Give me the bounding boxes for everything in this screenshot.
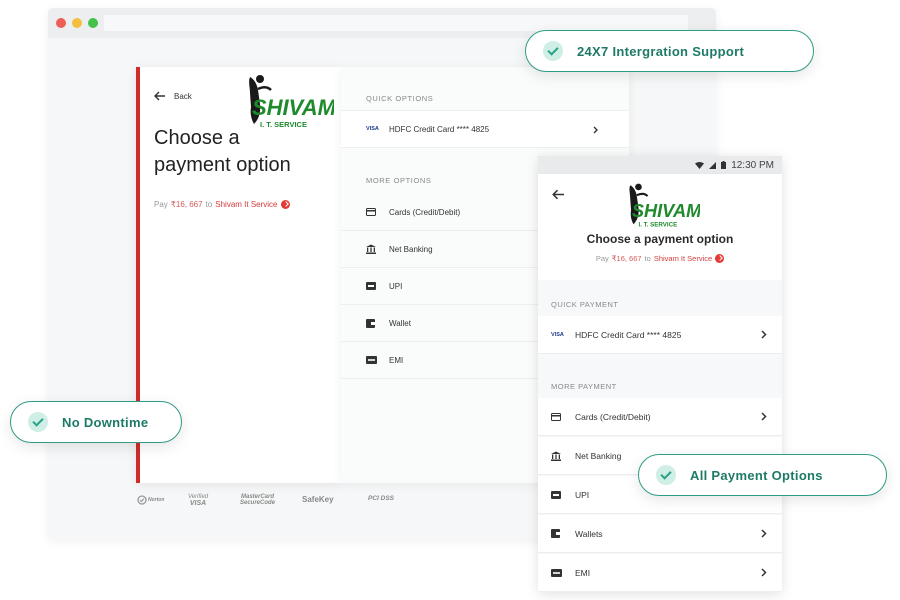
- safekey-badge: SafeKey: [302, 495, 334, 504]
- title-line-1: Choose a: [154, 127, 240, 149]
- feature-label: 24X7 Intergration Support: [577, 43, 745, 59]
- pay-to: to: [644, 254, 651, 263]
- window-close-button[interactable]: [56, 18, 66, 28]
- shivam-logo: SHIVAM I. T. SERVICE: [249, 75, 334, 129]
- back-button[interactable]: Back: [154, 91, 192, 101]
- merchant-name: Shivam It Service: [653, 254, 713, 263]
- option-label: EMI: [389, 355, 404, 365]
- card-icon: [366, 208, 378, 216]
- option-label: Cards (Credit/Debit): [389, 207, 461, 217]
- option-label: EMI: [575, 567, 591, 578]
- mobile-option-emi[interactable]: EMI: [538, 554, 782, 592]
- window-maximize-button[interactable]: [88, 18, 98, 28]
- card-icon: [551, 412, 563, 421]
- mobile-option-cards[interactable]: Cards (Credit/Debit): [538, 398, 782, 436]
- status-time: 12:30 PM: [731, 159, 774, 171]
- option-label: Net Banking: [389, 244, 433, 254]
- chevron-right-icon: [761, 529, 767, 538]
- logo-wordmark: SHIVAM: [632, 201, 700, 221]
- verified-visa-badge: Verified VISA: [188, 494, 208, 508]
- visa-icon: VISA: [551, 331, 564, 338]
- pay-prefix: Pay: [595, 254, 609, 263]
- mobile-option-wallets[interactable]: Wallets: [538, 515, 782, 553]
- back-arrow-icon[interactable]: [552, 189, 565, 200]
- option-label: Wallets: [575, 528, 603, 539]
- wallet-icon: [551, 529, 563, 538]
- feature-downtime-pill: No Downtime: [10, 401, 182, 443]
- quick-payment-label: QUICK PAYMENT: [551, 300, 619, 309]
- address-bar[interactable]: [104, 15, 688, 31]
- wallet-icon: [366, 318, 378, 328]
- pay-to: to: [205, 200, 213, 209]
- norton-label: Norton: [148, 497, 165, 503]
- wifi-icon: [695, 161, 705, 169]
- mobile-header: SHIVAM I. T. SERVICE Choose a payment op…: [538, 174, 782, 280]
- quick-options-label: QUICK OPTIONS: [366, 94, 434, 103]
- battery-icon: [721, 161, 727, 169]
- bank-icon: [366, 244, 378, 254]
- pay-prefix: Pay: [154, 200, 168, 209]
- chevron-right-icon: [593, 126, 598, 134]
- stage: Back SHIVAM I. T. SERVICE Choose a payme…: [0, 0, 900, 600]
- mobile-page-title: Choose a payment option: [586, 232, 734, 246]
- check-icon: [28, 412, 48, 432]
- verified-icon: [280, 200, 290, 209]
- pay-amount: ₹16, 667: [170, 200, 203, 209]
- pay-summary: Pay ₹16, 667 to Shivam It Service: [154, 200, 290, 209]
- mobile-pay-summary: Pay ₹16, 667 to Shivam It Service: [538, 254, 782, 263]
- chevron-right-icon: [761, 568, 767, 577]
- option-label: Cards (Credit/Debit): [575, 411, 651, 422]
- saved-card-label: HDFC Credit Card **** 4825: [575, 329, 682, 340]
- mastercard-badge: MasterCard SecureCode: [240, 494, 275, 506]
- feature-payment-options-pill: All Payment Options: [638, 454, 887, 496]
- more-options-label: MORE OPTIONS: [366, 176, 432, 185]
- option-label: UPI: [575, 489, 590, 500]
- option-label: UPI: [389, 281, 403, 291]
- visa-icon: VISA: [366, 126, 379, 132]
- feature-label: All Payment Options: [690, 467, 823, 483]
- title-line-2: payment option: [154, 154, 291, 176]
- mobile-options: QUICK PAYMENT VISA HDFC Credit Card ****…: [538, 280, 782, 592]
- saved-card-option[interactable]: VISA HDFC Credit Card **** 4825: [341, 110, 629, 148]
- shivam-logo-mobile: SHIVAM I. T. SERVICE: [629, 183, 700, 229]
- upi-icon: [366, 282, 378, 290]
- emi-icon: [551, 568, 563, 577]
- mobile-saved-card-option[interactable]: VISA HDFC Credit Card **** 4825: [538, 316, 782, 354]
- window-minimize-button[interactable]: [72, 18, 82, 28]
- verified-visa-line2: VISA: [189, 500, 207, 507]
- option-label: Net Banking: [575, 450, 622, 461]
- check-icon: [543, 41, 563, 61]
- saved-card-label: HDFC Credit Card **** 4825: [389, 124, 490, 134]
- logo-tagline: I. T. SERVICE: [638, 222, 677, 229]
- feature-label: No Downtime: [62, 414, 149, 430]
- pay-amount: ₹16, 667: [611, 254, 642, 263]
- mobile-screen: 12:30 PM SHIVAM I. T. SERVICE Choose a p…: [538, 156, 782, 592]
- logo-wordmark: SHIVAM: [252, 95, 334, 120]
- page-title: Choose a payment option: [154, 125, 339, 179]
- option-label: Wallet: [389, 318, 411, 328]
- signal-icon: [709, 161, 717, 169]
- bank-icon: [551, 451, 563, 461]
- pci-badge: PCI DSS: [368, 495, 395, 502]
- feature-support-pill: 24X7 Intergration Support: [525, 30, 814, 72]
- more-payment-label: MORE PAYMENT: [551, 382, 617, 391]
- check-icon: [656, 465, 676, 485]
- arrow-left-icon: [154, 91, 165, 101]
- status-bar: 12:30 PM: [538, 156, 782, 174]
- emi-icon: [366, 356, 378, 364]
- mastercard-line2: SecureCode: [240, 500, 276, 506]
- merchant-name: Shivam It Service: [215, 200, 278, 209]
- chevron-right-icon: [761, 412, 767, 421]
- back-label: Back: [174, 91, 192, 101]
- norton-badge: Norton: [137, 495, 164, 507]
- upi-icon: [551, 490, 563, 499]
- verified-icon: [715, 254, 725, 263]
- chevron-right-icon: [761, 330, 767, 339]
